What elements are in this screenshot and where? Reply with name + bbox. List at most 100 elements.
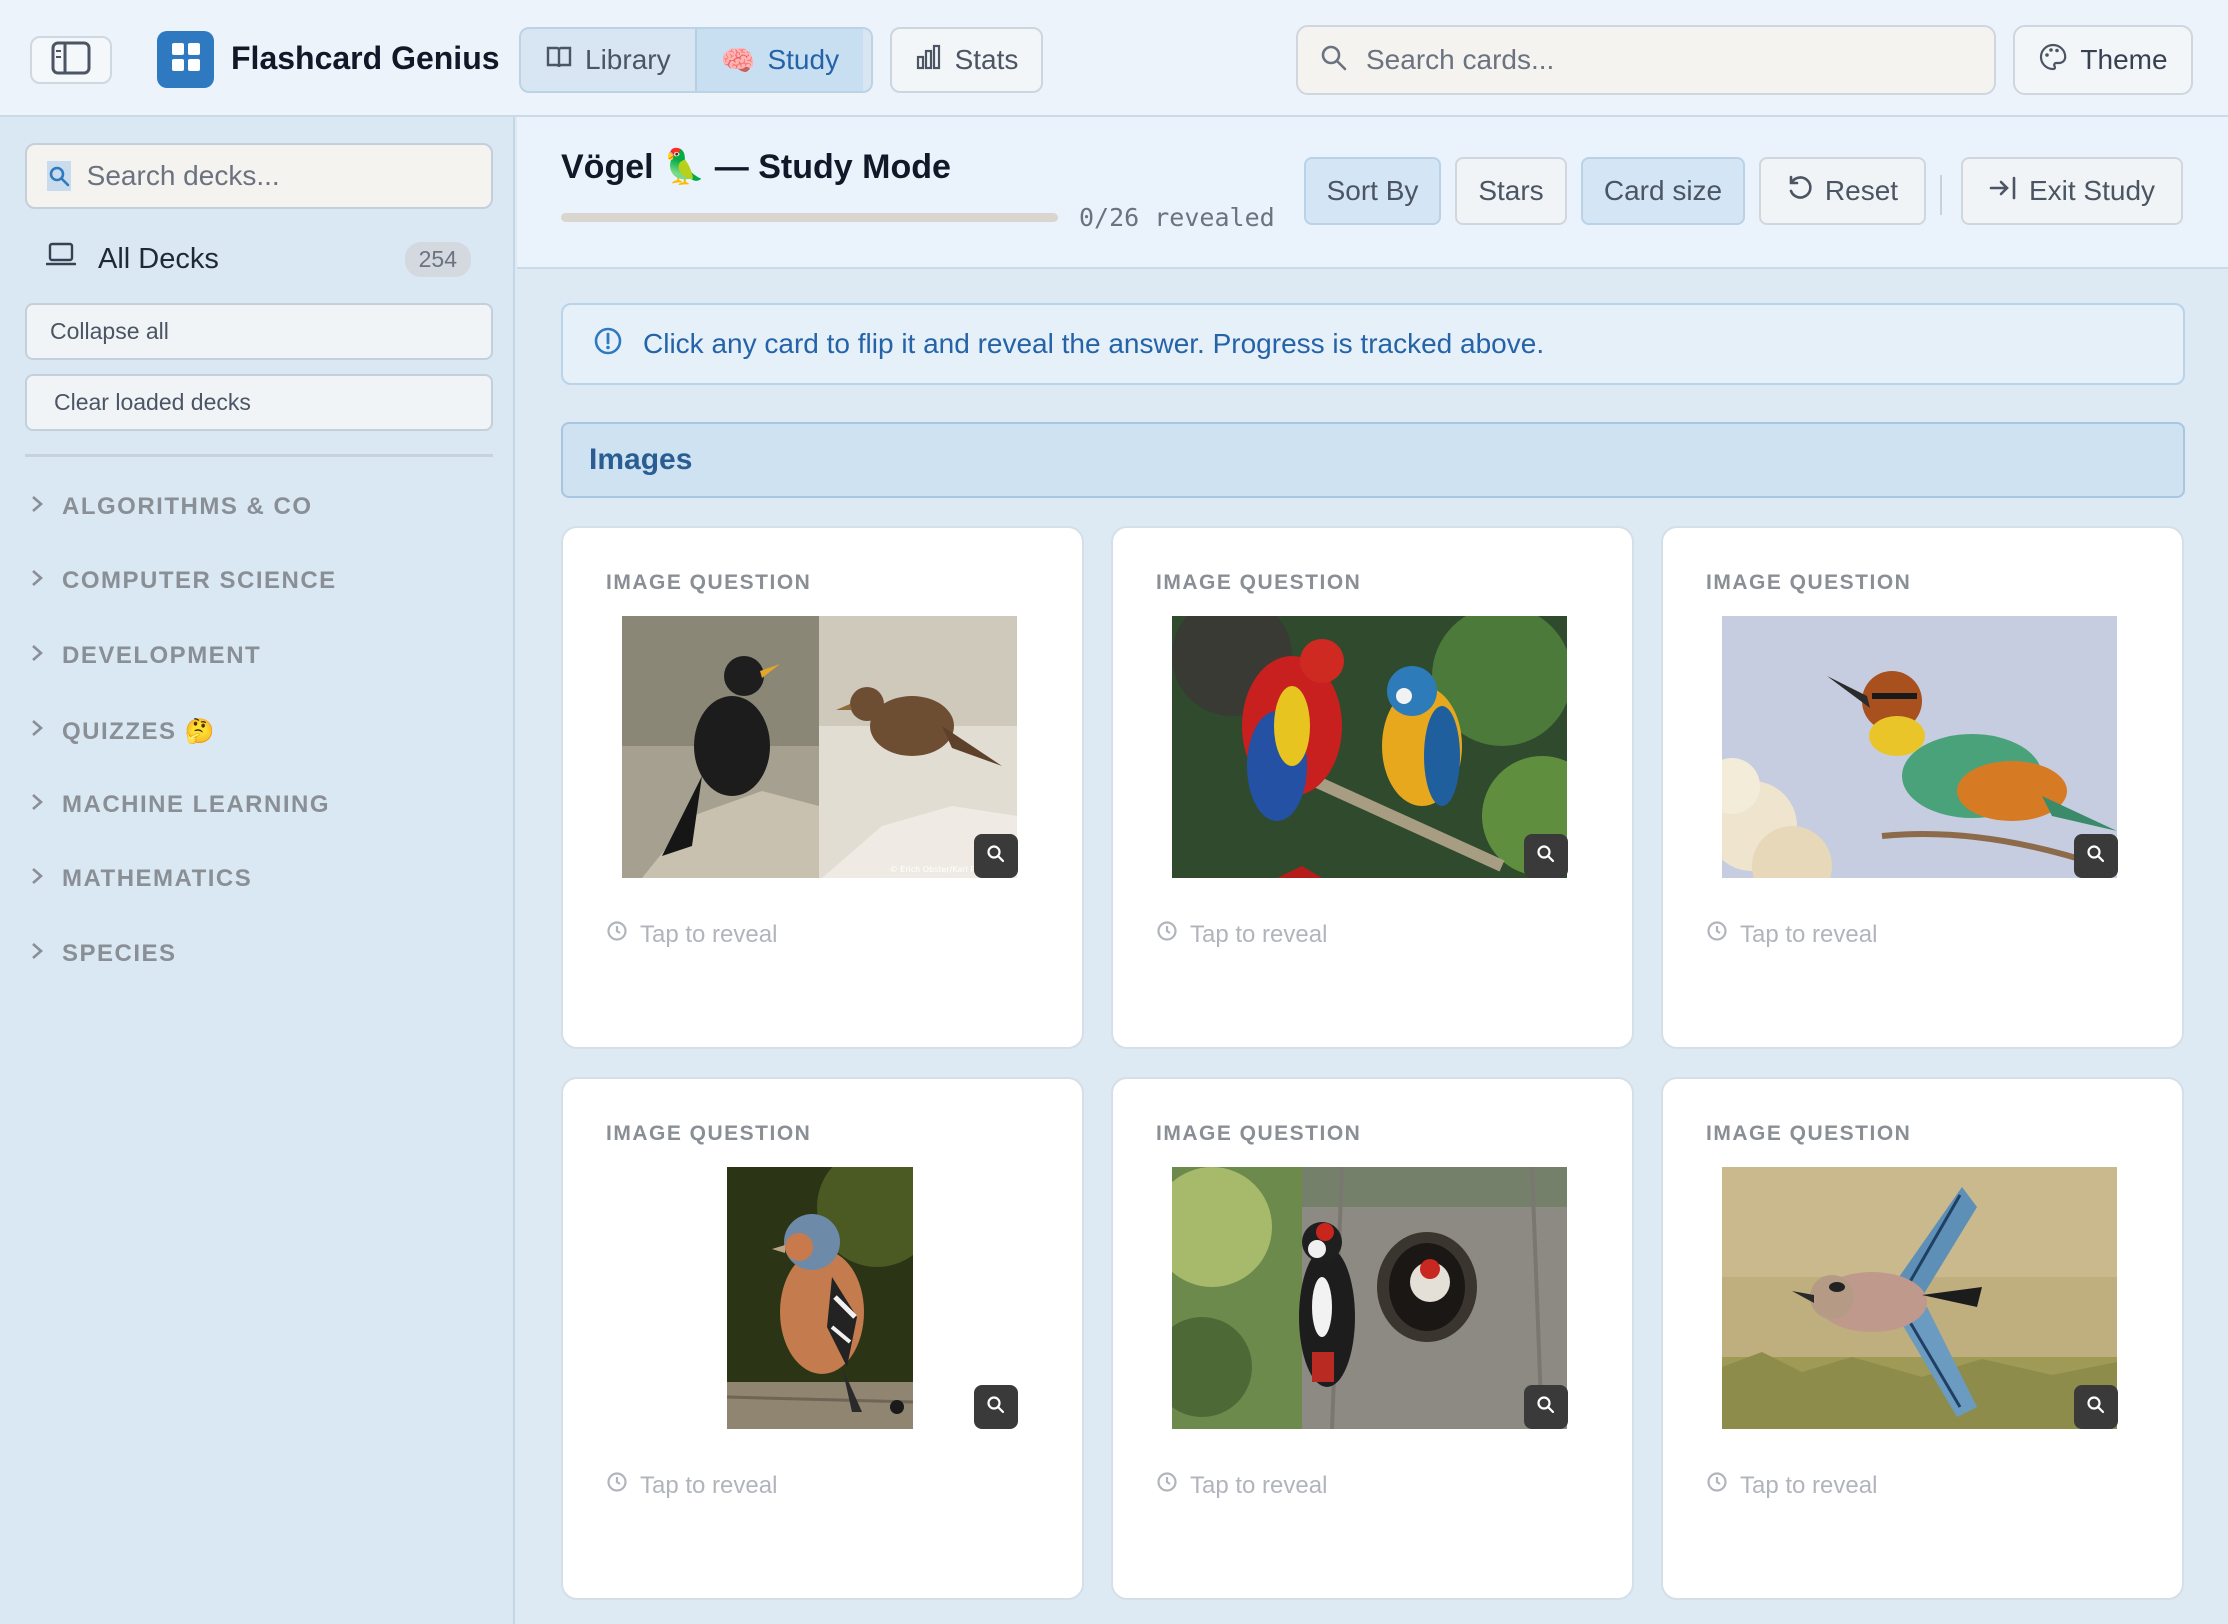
reset-label: Reset <box>1824 175 1899 206</box>
search-decks-input[interactable] <box>86 160 491 192</box>
tap-to-reveal: Tap to reveal <box>1706 920 1877 949</box>
flashcard[interactable]: IMAGE QUESTION Tap to reveal <box>1111 526 1634 1049</box>
sidebar-category-species[interactable]: SPECIES <box>30 934 177 974</box>
app-title: Flashcard Genius <box>231 40 500 76</box>
all-decks-label: All Decks <box>98 242 219 275</box>
flashcard[interactable]: IMAGE QUESTION Tap to reveal <box>1661 1077 2184 1600</box>
card-type-label: IMAGE QUESTION <box>1156 571 1362 594</box>
clock-icon <box>1156 1471 1178 1500</box>
chevron-right-icon <box>30 791 44 819</box>
card-size-button[interactable]: Card size <box>1581 157 1745 225</box>
chevron-right-icon <box>30 717 44 745</box>
flashcard[interactable]: IMAGE QUESTION Tap to reveal <box>561 1077 1084 1600</box>
zoom-button[interactable] <box>2074 1385 2118 1429</box>
info-icon <box>593 326 623 363</box>
search-cards-input[interactable] <box>1366 44 1994 76</box>
info-text: Click any card to flip it and reveal the… <box>643 328 1545 359</box>
tap-to-reveal-label: Tap to reveal <box>640 920 778 948</box>
tab-library-label: Library <box>585 44 671 75</box>
zoom-icon <box>1536 1395 1556 1420</box>
sidebar-category-computer-science[interactable]: COMPUTER SCIENCE <box>30 561 337 601</box>
category-label: ALGORITHMS & CO <box>62 493 313 520</box>
tab-stats-label: Stats <box>954 44 1019 75</box>
sort-by-button[interactable]: Sort By <box>1304 157 1441 225</box>
category-label: COMPUTER SCIENCE <box>62 567 337 594</box>
theme-button[interactable]: Theme <box>2013 25 2193 95</box>
laptop-icon <box>45 241 77 277</box>
exit-icon <box>1989 175 2017 208</box>
chevron-right-icon <box>30 493 44 521</box>
category-label: MACHINE LEARNING <box>62 791 330 818</box>
search-icon <box>47 161 71 191</box>
exit-study-button[interactable]: Exit Study <box>1961 157 2183 225</box>
clear-loaded-decks-button[interactable]: Clear loaded decks <box>25 374 493 431</box>
top-bar: Flashcard Genius Library 🧠 Study Stats T… <box>0 0 2228 117</box>
app-logo <box>157 31 214 88</box>
info-banner: Click any card to flip it and reveal the… <box>561 303 2185 385</box>
tab-study[interactable]: 🧠 Study <box>694 29 864 91</box>
zoom-button[interactable] <box>2074 834 2118 878</box>
chevron-right-icon <box>30 940 44 968</box>
clock-icon <box>1706 1471 1728 1500</box>
theme-label: Theme <box>2080 44 2168 75</box>
deck-search <box>25 143 493 209</box>
tap-to-reveal-label: Tap to reveal <box>1190 1471 1328 1499</box>
grid-icon <box>171 42 201 77</box>
category-label: SPECIES <box>62 940 177 967</box>
zoom-button[interactable] <box>1524 1385 1568 1429</box>
tap-to-reveal-label: Tap to reveal <box>1190 920 1328 948</box>
zoom-icon <box>2086 844 2106 869</box>
clock-icon <box>606 920 628 949</box>
exit-study-label: Exit Study <box>2028 175 2156 206</box>
header-divider <box>1940 175 1942 215</box>
sidebar: All Decks 254 Collapse all Clear loaded … <box>0 117 515 1624</box>
bar-chart-icon <box>915 43 943 78</box>
sidebar-category-algorithms[interactable]: ALGORITHMS & CO <box>30 487 313 527</box>
tap-to-reveal: Tap to reveal <box>1706 1471 1877 1500</box>
study-header: Vögel 🦜 — Study Mode 0/26 revealed Sort … <box>517 117 2228 269</box>
brain-icon: 🧠 <box>720 44 756 76</box>
zoom-icon <box>986 1395 1006 1420</box>
clock-icon <box>1706 920 1728 949</box>
tab-stats[interactable]: Stats <box>890 27 1043 93</box>
card-image <box>1172 616 1567 878</box>
undo-icon <box>1787 175 1813 208</box>
clock-icon <box>606 1471 628 1500</box>
category-label: DEVELOPMENT <box>62 642 262 669</box>
category-label: MATHEMATICS <box>62 865 253 892</box>
card-image <box>727 1167 913 1429</box>
collapse-all-button[interactable]: Collapse all <box>25 303 493 360</box>
sidebar-toggle-button[interactable] <box>30 36 112 84</box>
book-icon <box>545 43 573 78</box>
stars-button[interactable]: Stars <box>1455 157 1567 225</box>
flashcard[interactable]: IMAGE QUESTION © Erich Obster/Karl Roess… <box>561 526 1084 1049</box>
sidebar-toggle-icon <box>51 41 91 80</box>
tap-to-reveal: Tap to reveal <box>606 1471 777 1500</box>
card-image <box>1172 1167 1567 1429</box>
chevron-right-icon <box>30 865 44 893</box>
zoom-button[interactable] <box>974 1385 1018 1429</box>
reset-button[interactable]: Reset <box>1759 157 1926 225</box>
tap-to-reveal-label: Tap to reveal <box>640 1471 778 1499</box>
flashcard[interactable]: IMAGE QUESTION Tap to reveal <box>1661 526 2184 1049</box>
tap-to-reveal: Tap to reveal <box>1156 920 1327 949</box>
card-type-label: IMAGE QUESTION <box>606 571 812 594</box>
search-icon <box>1320 44 1348 77</box>
sidebar-category-development[interactable]: DEVELOPMENT <box>30 636 261 676</box>
zoom-button[interactable] <box>974 834 1018 878</box>
sidebar-item-all-decks[interactable]: All Decks 254 <box>45 237 471 281</box>
sidebar-category-mathematics[interactable]: MATHEMATICS <box>30 859 252 899</box>
sidebar-category-machine-learning[interactable]: MACHINE LEARNING <box>30 785 330 825</box>
flashcard[interactable]: IMAGE QUESTION Tap to reveal <box>1111 1077 1634 1600</box>
tap-to-reveal: Tap to reveal <box>606 920 777 949</box>
card-type-label: IMAGE QUESTION <box>606 1122 812 1145</box>
main-content: Vögel 🦜 — Study Mode 0/26 revealed Sort … <box>517 117 2228 1624</box>
zoom-button[interactable] <box>1524 834 1568 878</box>
tab-library[interactable]: Library <box>521 29 695 91</box>
card-type-label: IMAGE QUESTION <box>1706 571 1912 594</box>
category-label: QUIZZES 🤔 <box>62 717 217 745</box>
progress-text: 0/26 revealed <box>1079 203 1275 232</box>
tap-to-reveal-label: Tap to reveal <box>1740 920 1878 948</box>
sidebar-category-quizzes[interactable]: QUIZZES 🤔 <box>30 711 216 751</box>
card-image <box>1722 616 2117 878</box>
